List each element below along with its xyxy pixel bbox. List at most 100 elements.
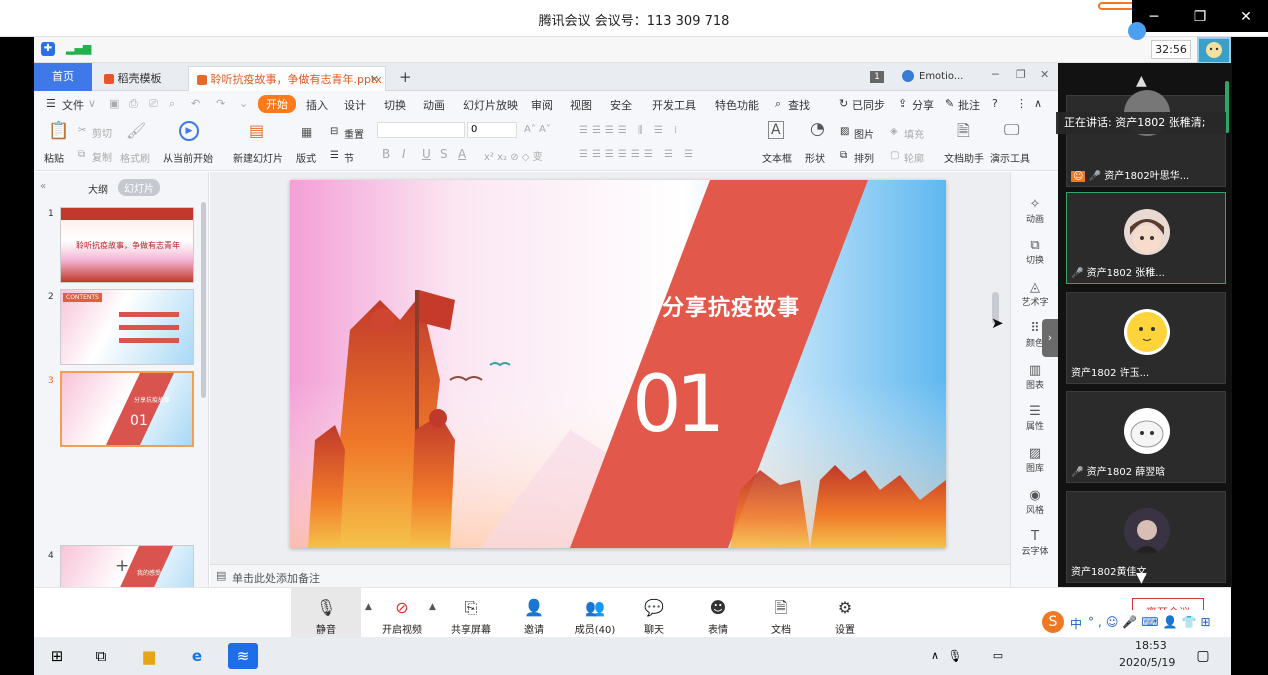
side-properties[interactable]: ☰ 属性 <box>1011 404 1059 432</box>
customize-icon[interactable]: ⌄ <box>239 97 248 110</box>
participant-tile-2[interactable]: 🎤 资产1802 张稚... <box>1066 192 1226 284</box>
video-options-icon[interactable]: ▲ <box>429 602 436 612</box>
task-view-icon[interactable]: ⧉ <box>86 643 116 669</box>
wps-minimize-button[interactable]: ─ <box>992 68 999 81</box>
menu-home[interactable]: 开始 <box>258 95 296 113</box>
system-tray-icons[interactable]: ▭ ◠ 🔊 ⊡ S <box>986 643 1016 669</box>
ime-lang-toggle[interactable]: 中 <box>1070 615 1082 632</box>
alignment-icons[interactable]: ☰☰☰☰☰☰ ☰ ☰ <box>579 149 697 160</box>
tab-home[interactable]: 首页 <box>34 63 92 91</box>
print-icon[interactable]: ⎚ <box>149 97 158 111</box>
font-color-button[interactable]: A <box>458 147 466 161</box>
participant-tile-4[interactable]: 🎤 资产1802 薛翌晗 <box>1066 391 1226 483</box>
mute-button[interactable]: 🎙 静音 <box>291 588 361 638</box>
side-animation[interactable]: ✧ 动画 <box>1011 197 1059 225</box>
edge-browser-icon[interactable]: e <box>182 643 212 669</box>
outline-button[interactable]: 轮廓 <box>904 150 924 165</box>
account-name[interactable]: Emotio... <box>919 71 963 82</box>
sogou-logo-icon[interactable]: S <box>1042 611 1064 633</box>
more-icon[interactable]: ⋮ <box>1016 97 1027 110</box>
slide-thumbnail-2[interactable]: CONTENTS <box>60 289 194 365</box>
new-tab-button[interactable]: + <box>399 68 412 86</box>
fill-button[interactable]: 填充 <box>904 126 924 141</box>
maximize-button[interactable]: ❐ <box>1182 4 1218 30</box>
shape-icon[interactable]: ◔ <box>810 119 825 139</box>
account-avatar-icon[interactable] <box>902 70 914 82</box>
doc-helper-icon[interactable]: 🗎 <box>957 120 970 147</box>
wps-maximize-button[interactable]: ❐ <box>1016 68 1026 81</box>
cut-icon[interactable]: ✂ <box>78 125 86 136</box>
security-shield-icon[interactable]: ✚ <box>41 42 55 56</box>
hamburger-icon[interactable]: ☰ <box>46 97 56 110</box>
cut-button[interactable]: 剪切 <box>92 125 112 140</box>
font-family-select[interactable] <box>377 122 465 138</box>
menu-developer[interactable]: 开发工具 <box>652 97 696 113</box>
collapse-ribbon-icon[interactable]: ∧ <box>1034 97 1042 110</box>
paragraph-list-icons[interactable]: ☰☰☰☰ ⫼ ☰ ⁞ <box>579 125 681 136</box>
slides-tab[interactable]: 幻灯片 <box>118 179 160 196</box>
doc-helper-button[interactable]: 文档助手 <box>944 150 984 165</box>
copy-button[interactable]: 复制 <box>92 149 112 164</box>
tab-pptx-file[interactable]: 聆听抗疫故事，争做有志青年.pptx ✕ <box>188 66 386 91</box>
scroll-down-icon[interactable]: ▼ <box>1136 570 1147 586</box>
canvas-scrollbar[interactable] <box>990 182 1000 552</box>
reset-button[interactable]: 重置 <box>344 126 364 141</box>
new-slide-button[interactable]: 新建幻灯片 <box>233 150 283 165</box>
menu-features[interactable]: 特色功能 <box>715 97 759 113</box>
start-video-button[interactable]: ⊘ 开启视频 <box>367 588 437 638</box>
new-slide-icon[interactable]: ▤ <box>249 121 264 140</box>
invite-button[interactable]: 👤 邀请 <box>499 588 569 638</box>
menu-comment[interactable]: 批注 <box>958 97 980 113</box>
menu-synced[interactable]: 已同步 <box>852 97 885 113</box>
share-screen-button[interactable]: ⎘ 共享屏幕 <box>436 588 506 638</box>
settings-button[interactable]: ⚙ 设置 <box>810 588 880 638</box>
font-size-select[interactable]: 0 <box>467 122 517 138</box>
side-chart[interactable]: ▥ 图表 <box>1011 363 1059 391</box>
outline-tab[interactable]: 大纲 <box>88 181 108 196</box>
menu-design[interactable]: 设计 <box>344 97 366 113</box>
chat-button[interactable]: 💬 聊天 <box>619 588 689 638</box>
chevron-down-icon[interactable]: ∨ <box>88 97 96 110</box>
windows-start-icon[interactable]: ⊞ <box>42 643 72 669</box>
slide-number[interactable]: 01 <box>632 360 725 450</box>
menu-security[interactable]: 安全 <box>610 97 632 113</box>
participant-tile-1[interactable]: ☺ 🎤 资产1802叶思华... <box>1066 90 1226 187</box>
slide-thumbnail-1[interactable]: 聆听抗疫故事，争做有志青年 <box>60 207 194 283</box>
paste-button[interactable]: 粘贴 <box>44 150 64 165</box>
current-slide[interactable]: 分享抗疫故事 01 <box>290 180 946 548</box>
play-icon[interactable]: ▶ <box>179 121 199 141</box>
menu-transition[interactable]: 切换 <box>384 97 406 113</box>
microphone-tray-icon[interactable]: 🎙 <box>940 643 970 669</box>
taskbar-date[interactable]: 2020/5/19 <box>1119 656 1175 669</box>
self-avatar[interactable] <box>1197 37 1231 64</box>
layout-button[interactable]: 版式 <box>296 150 316 165</box>
present-tool-button[interactable]: 演示工具 <box>990 150 1030 165</box>
textbox-button[interactable]: 文本框 <box>762 150 792 165</box>
italic-button[interactable]: I <box>402 147 406 161</box>
side-transition[interactable]: ⧉ 切换 <box>1011 238 1059 266</box>
text-effects-icon[interactable]: x² x₂ ⊘ ◇ 变 <box>484 148 543 163</box>
strike-button[interactable]: S <box>440 147 448 161</box>
slide-thumbnail-3[interactable]: 分享抗疫故事 01 <box>60 371 194 447</box>
emoji-button[interactable]: ☻ 表情 <box>683 588 753 638</box>
menu-share[interactable]: 分享 <box>912 97 934 113</box>
collapse-panel-icon[interactable]: « <box>40 181 46 192</box>
ime-tool-icons[interactable]: °,☺🎤⌨👤👕⊞ <box>1088 615 1215 629</box>
shape-button[interactable]: 形状 <box>805 150 825 165</box>
fill-icon[interactable]: ◈ <box>890 126 898 137</box>
undo-icon[interactable]: ↶ <box>191 97 200 110</box>
file-explorer-icon[interactable]: ▆ <box>134 643 164 669</box>
grow-font-icon[interactable]: A˄ A˅ <box>524 124 551 135</box>
redo-icon[interactable]: ↷ <box>216 97 225 110</box>
bold-button[interactable]: B <box>382 147 390 161</box>
slide-title[interactable]: 分享抗疫故事 <box>662 290 800 322</box>
section-button[interactable]: 节 <box>344 150 354 165</box>
tencent-meeting-taskbar-icon[interactable]: ≋ <box>228 643 258 669</box>
thumbnail-scrollbar[interactable] <box>201 202 206 398</box>
tab-docer-templates[interactable]: 稻壳模板 <box>96 66 186 91</box>
underline-button[interactable]: U <box>422 147 431 161</box>
menu-file[interactable]: 文件 <box>62 97 84 113</box>
notes-placeholder[interactable]: 单击此处添加备注 <box>232 570 320 586</box>
present-tool-icon[interactable]: 🖵 <box>1004 120 1019 140</box>
add-slide-button[interactable]: + <box>115 556 129 576</box>
